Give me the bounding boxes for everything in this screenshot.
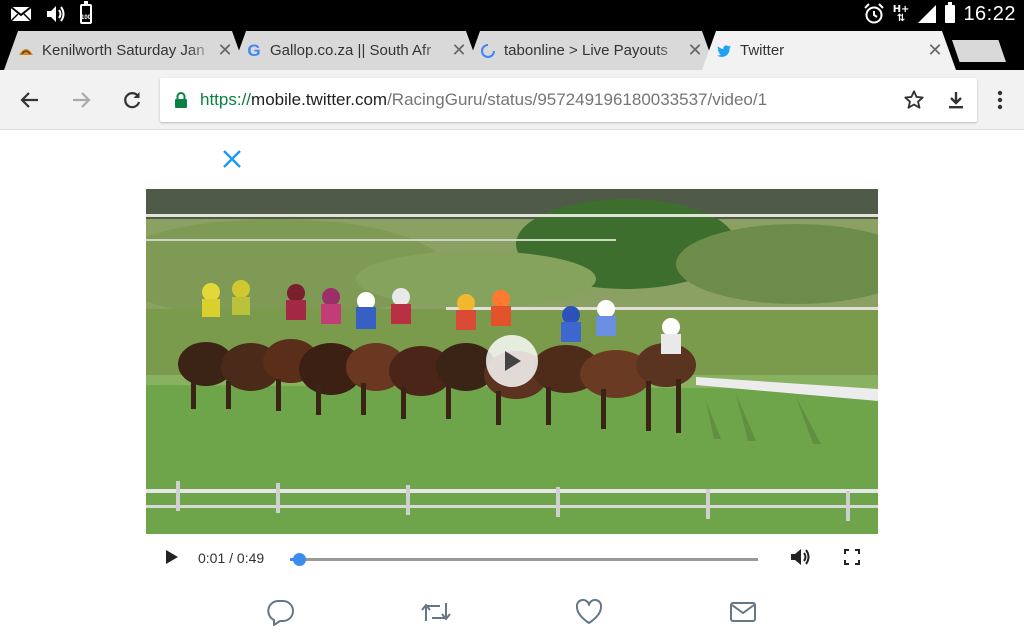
tab-close-icon[interactable]: ✕ [214, 40, 236, 61]
download-button[interactable] [940, 84, 972, 116]
video-controls: 0:01 / 0:49 [146, 534, 878, 584]
clock: 16:22 [963, 2, 1016, 25]
twitter-favicon-icon [716, 43, 732, 59]
like-icon [575, 598, 603, 624]
url-scheme: https:// [200, 90, 252, 109]
fullscreen-button[interactable] [844, 549, 860, 570]
reload-button[interactable] [116, 84, 148, 116]
star-icon [904, 90, 924, 109]
progress-bar[interactable] [290, 553, 758, 566]
tab-title: tabonline > Live Payouts [504, 42, 668, 59]
battery-level: 100 [80, 15, 91, 21]
loading-spinner-icon [480, 43, 496, 59]
like-button[interactable] [574, 597, 604, 627]
forward-arrow-icon [73, 92, 91, 108]
volume-button[interactable] [790, 547, 812, 572]
tab-title: Twitter [740, 42, 785, 59]
racing-favicon-icon [18, 43, 34, 59]
overflow-menu-icon [997, 90, 1003, 110]
status-bar: 100 H+ ⇅ 16:22 [0, 0, 1024, 28]
url-path: /RacingGuru/status/957249196180033537/vi… [387, 90, 768, 109]
download-icon [949, 92, 963, 109]
mail-icon [10, 6, 32, 22]
tab-close-icon[interactable]: ✕ [448, 40, 470, 61]
forward-button[interactable] [65, 84, 97, 116]
back-button[interactable] [14, 84, 46, 116]
volume-icon [47, 6, 65, 22]
reply-icon [267, 599, 294, 626]
close-icon [223, 150, 241, 168]
play-icon [505, 351, 521, 371]
retweet-icon [421, 603, 451, 621]
battery-icon: 100 [80, 1, 92, 24]
lock-icon [175, 92, 187, 108]
browser-toolbar: https://mobile.twitter.com/RacingGuru/st… [0, 70, 1024, 130]
message-button[interactable] [728, 597, 758, 627]
back-arrow-icon [20, 92, 38, 108]
play-icon [166, 550, 178, 564]
close-media-button[interactable] [218, 145, 246, 173]
volume-icon [791, 549, 810, 565]
duration: 0:49 [236, 550, 265, 566]
tab-kenilworth[interactable]: Kenilworth Saturday Jan ✕ [4, 31, 246, 70]
status-bar-left: 100 [10, 1, 92, 24]
tab-title: Kenilworth Saturday Jan [42, 42, 205, 59]
signal-icon [918, 5, 937, 23]
play-button[interactable] [164, 548, 180, 571]
tab-tabonline[interactable]: tabonline > Live Payouts ✕ [466, 31, 716, 70]
network-icon: H+ ⇅ [893, 5, 910, 24]
menu-button[interactable] [984, 84, 1016, 116]
page-content: 0:01 / 0:49 [0, 131, 1024, 640]
tweet-actions [0, 597, 1024, 637]
url-host: mobile.twitter.com [251, 90, 388, 109]
reply-button[interactable] [266, 597, 296, 627]
tab-twitter[interactable]: Twitter ✕ [702, 31, 956, 70]
google-favicon-icon: G [247, 40, 261, 60]
bookmark-button[interactable] [898, 84, 930, 116]
reload-icon [124, 92, 141, 109]
alarm-icon [863, 3, 884, 24]
tab-gallop[interactable]: G Gallop.co.za || South Afr ✕ [232, 31, 480, 70]
status-bar-right: H+ ⇅ 16:22 [863, 0, 1016, 28]
retweet-button[interactable] [420, 597, 451, 627]
time-separator: / [229, 550, 234, 566]
tab-close-icon[interactable]: ✕ [684, 40, 706, 61]
current-time: 0:01 [198, 550, 226, 566]
tab-close-icon[interactable]: ✕ [924, 40, 946, 61]
progress-knob[interactable] [293, 553, 307, 566]
tab-strip: Kenilworth Saturday Jan ✕ G Gallop.co.za… [0, 28, 1024, 70]
network-arrows-icon: ⇅ [896, 13, 906, 24]
battery-full-icon [945, 2, 956, 23]
message-icon [730, 602, 756, 622]
video-time: 0:01 / 0:49 [198, 550, 264, 566]
video-frame[interactable] [146, 189, 878, 534]
url-text[interactable]: https://mobile.twitter.com/RacingGuru/st… [200, 90, 767, 110]
tab-title: Gallop.co.za || South Afr [270, 42, 432, 59]
new-tab-button[interactable] [952, 40, 1006, 62]
fullscreen-icon [844, 549, 860, 565]
play-overlay-button[interactable] [486, 335, 538, 387]
address-bar[interactable]: https://mobile.twitter.com/RacingGuru/st… [160, 78, 977, 122]
